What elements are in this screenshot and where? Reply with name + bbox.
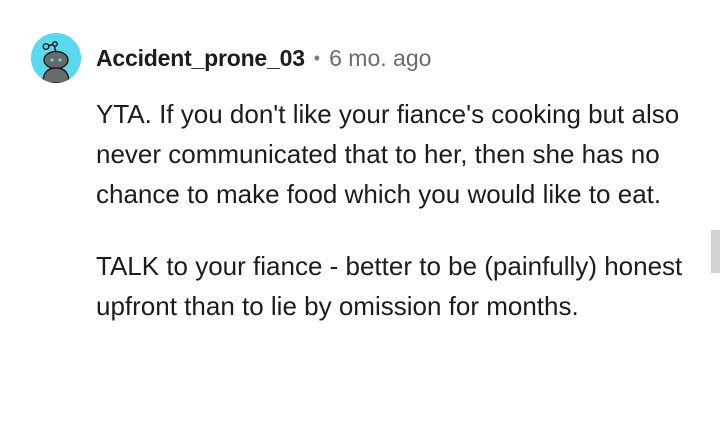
comment-author[interactable]: Accident_prone_03 [96, 45, 305, 72]
comment-timestamp: 6 mo. ago [329, 44, 432, 71]
comment-paragraph: YTA. If you don't like your fiance's coo… [96, 99, 680, 209]
comment-paragraph: TALK to your fiance - better to be (pain… [96, 251, 683, 321]
comment-header: Accident_prone_03 • 6 mo. ago [31, 33, 431, 83]
user-avatar[interactable] [31, 33, 81, 83]
comment-body: YTA. If you don't like your fiance's coo… [96, 94, 696, 326]
snoo-avatar-icon [31, 33, 81, 83]
meta-separator: • [313, 47, 321, 68]
scrollbar-thumb[interactable] [711, 230, 720, 273]
